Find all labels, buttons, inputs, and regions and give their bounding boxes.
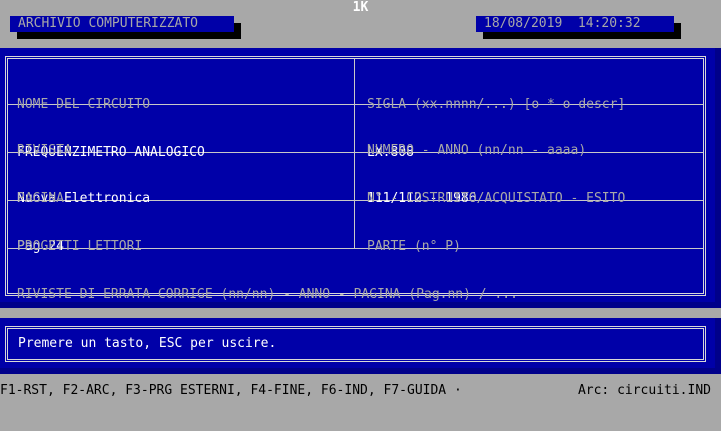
field-costruito-esito[interactable]: N° - COSTRUITO/ACQUISTATO - ESITO [358,153,703,206]
field-pagina[interactable]: PAGINA Pag.24 [8,153,354,254]
function-key-legend: F1-RST, F2-ARC, F3-PRG ESTERNI, F4-FINE,… [0,383,462,398]
message-text: Premere un tasto, ESC per uscire. [5,326,706,362]
field-nome-circuito[interactable]: NOME DEL CIRCUITO FREQUENZIMETRO ANALOGI… [8,59,354,160]
field-errata-corrige[interactable]: RIVISTE DI ERRATA CORRIGE (nn/nn) - ANNO… [8,249,703,302]
top-title: 1K [352,0,369,15]
app-title: ARCHIVIO COMPUTERIZZATO [10,16,234,32]
archive-indicator: Arc: circuiti.IND [577,383,711,398]
field-numero-anno[interactable]: NUMERO - ANNO (nn/nn - aaaa) 111/112 - 1… [358,105,703,206]
date-time-display: 18/08/2019 14:20:32 [476,16,674,32]
field-parte[interactable]: PARTE (n° P) [358,201,703,254]
field-rivista[interactable]: RIVISTA Nuova Elettronica [8,105,354,206]
record-form: NOME DEL CIRCUITO FREQUENZIMETRO ANALOGI… [5,56,706,302]
column-divider [354,59,355,248]
field-sigla[interactable]: SIGLA (xx.nnnn/...) [o * o descr] LX.808 [358,59,703,160]
status-bar: F1-RST, F2-ARC, F3-PRG ESTERNI, F4-FINE,… [0,383,721,401]
field-progetti-lettori[interactable]: PROGETTI LETTORI [8,201,354,254]
field-label: RIVISTE DI ERRATA CORRIGE (nn/nn) - ANNO… [17,287,518,302]
